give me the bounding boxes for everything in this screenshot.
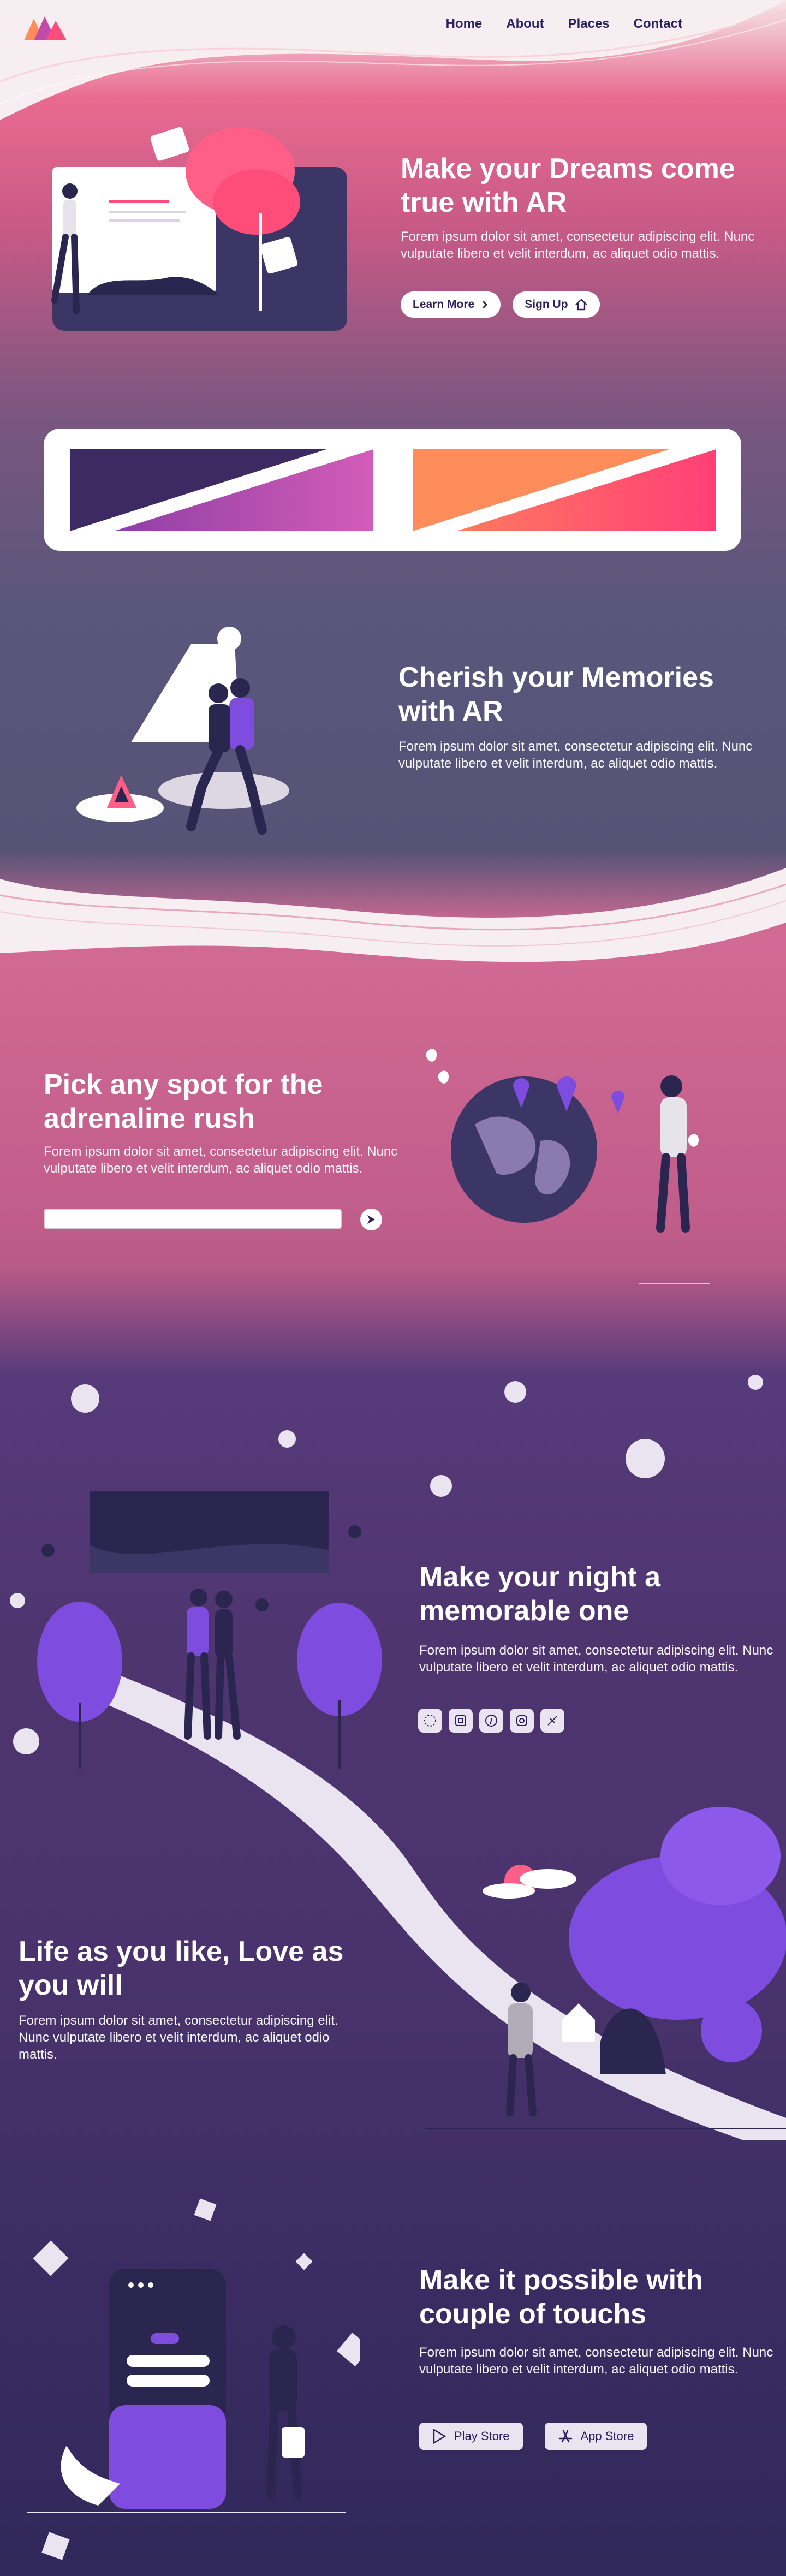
learn-more-label: Learn More	[413, 298, 475, 311]
learn-more-button[interactable]: Learn More	[401, 291, 501, 318]
nav-about[interactable]: About	[506, 16, 544, 32]
app-store-icon	[558, 2430, 572, 2443]
touch-text: Make it possible with couple of touchs F…	[419, 2263, 779, 2378]
brand-logo[interactable]	[24, 16, 67, 40]
world-map-illustration	[426, 1049, 710, 1284]
memories-title: Cherish your Memories with AR	[398, 662, 714, 727]
app-store-label: App Store	[580, 2429, 634, 2443]
chevron-right-icon	[483, 300, 488, 309]
go-button[interactable]	[360, 1209, 382, 1230]
purple-card[interactable]	[70, 449, 373, 531]
sign-up-button[interactable]: Sign Up	[513, 291, 600, 318]
home-icon	[575, 299, 587, 311]
main-nav: Home About Places Contact	[446, 16, 682, 32]
behance-icon[interactable]	[449, 1709, 473, 1733]
memories-text: Cherish your Memories with AR Forem ipsu…	[398, 661, 759, 772]
app-store-button[interactable]: App Store	[544, 2423, 647, 2450]
touch-title: Make it possible with couple of touchs	[419, 2264, 704, 2330]
nav-places[interactable]: Places	[568, 16, 610, 32]
spot-title: Pick any spot for the adrenaline rush	[44, 1069, 323, 1134]
codepen-icon[interactable]	[540, 1709, 564, 1733]
arrow-right-icon	[367, 1215, 375, 1224]
orange-card[interactable]	[413, 449, 716, 531]
play-store-button[interactable]: Play Store	[419, 2423, 523, 2450]
life-title: Life as you like, Love as you will	[19, 1936, 344, 2001]
hero-text: Make your Dreams come true with AR Forem…	[401, 152, 761, 318]
sign-up-label: Sign Up	[525, 298, 568, 311]
hero-body: Forem ipsum dolor sit amet, consectetur …	[401, 229, 755, 261]
store-buttons: Play Store App Store	[419, 2423, 647, 2450]
play-store-icon	[433, 2429, 446, 2444]
memories-body: Forem ipsum dolor sit amet, consectetur …	[398, 739, 753, 771]
life-body: Forem ipsum dolor sit amet, consectetur …	[19, 2013, 338, 2062]
hero-title: Make your Dreams come true with AR	[401, 153, 735, 218]
gradient-cards-panel	[44, 429, 741, 551]
play-store-label: Play Store	[454, 2429, 510, 2443]
phone-illustration	[27, 2198, 360, 2560]
spot-text: Pick any spot for the adrenaline rush Fo…	[44, 1068, 415, 1177]
instagram-icon[interactable]	[510, 1709, 534, 1733]
spot-body: Forem ipsum dolor sit amet, consectetur …	[44, 1144, 398, 1176]
memories-illustration	[76, 627, 289, 835]
life-text: Life as you like, Love as you will Forem…	[19, 1935, 368, 2063]
night-body: Forem ipsum dolor sit amet, consectetur …	[419, 1643, 773, 1675]
nav-contact[interactable]: Contact	[634, 16, 682, 32]
night-text: Make your night a memorable one Forem ip…	[419, 1560, 779, 1676]
middle-wave	[0, 868, 786, 962]
hero-illustration	[51, 127, 347, 331]
dribbble-icon[interactable]	[418, 1709, 442, 1733]
social-icons	[418, 1709, 564, 1733]
location-input[interactable]	[44, 1209, 342, 1229]
nav-home[interactable]: Home	[446, 16, 483, 32]
pinterest-icon[interactable]	[479, 1709, 503, 1733]
night-title: Make your night a memorable one	[419, 1561, 661, 1627]
touch-body: Forem ipsum dolor sit amet, consectetur …	[419, 2345, 773, 2377]
